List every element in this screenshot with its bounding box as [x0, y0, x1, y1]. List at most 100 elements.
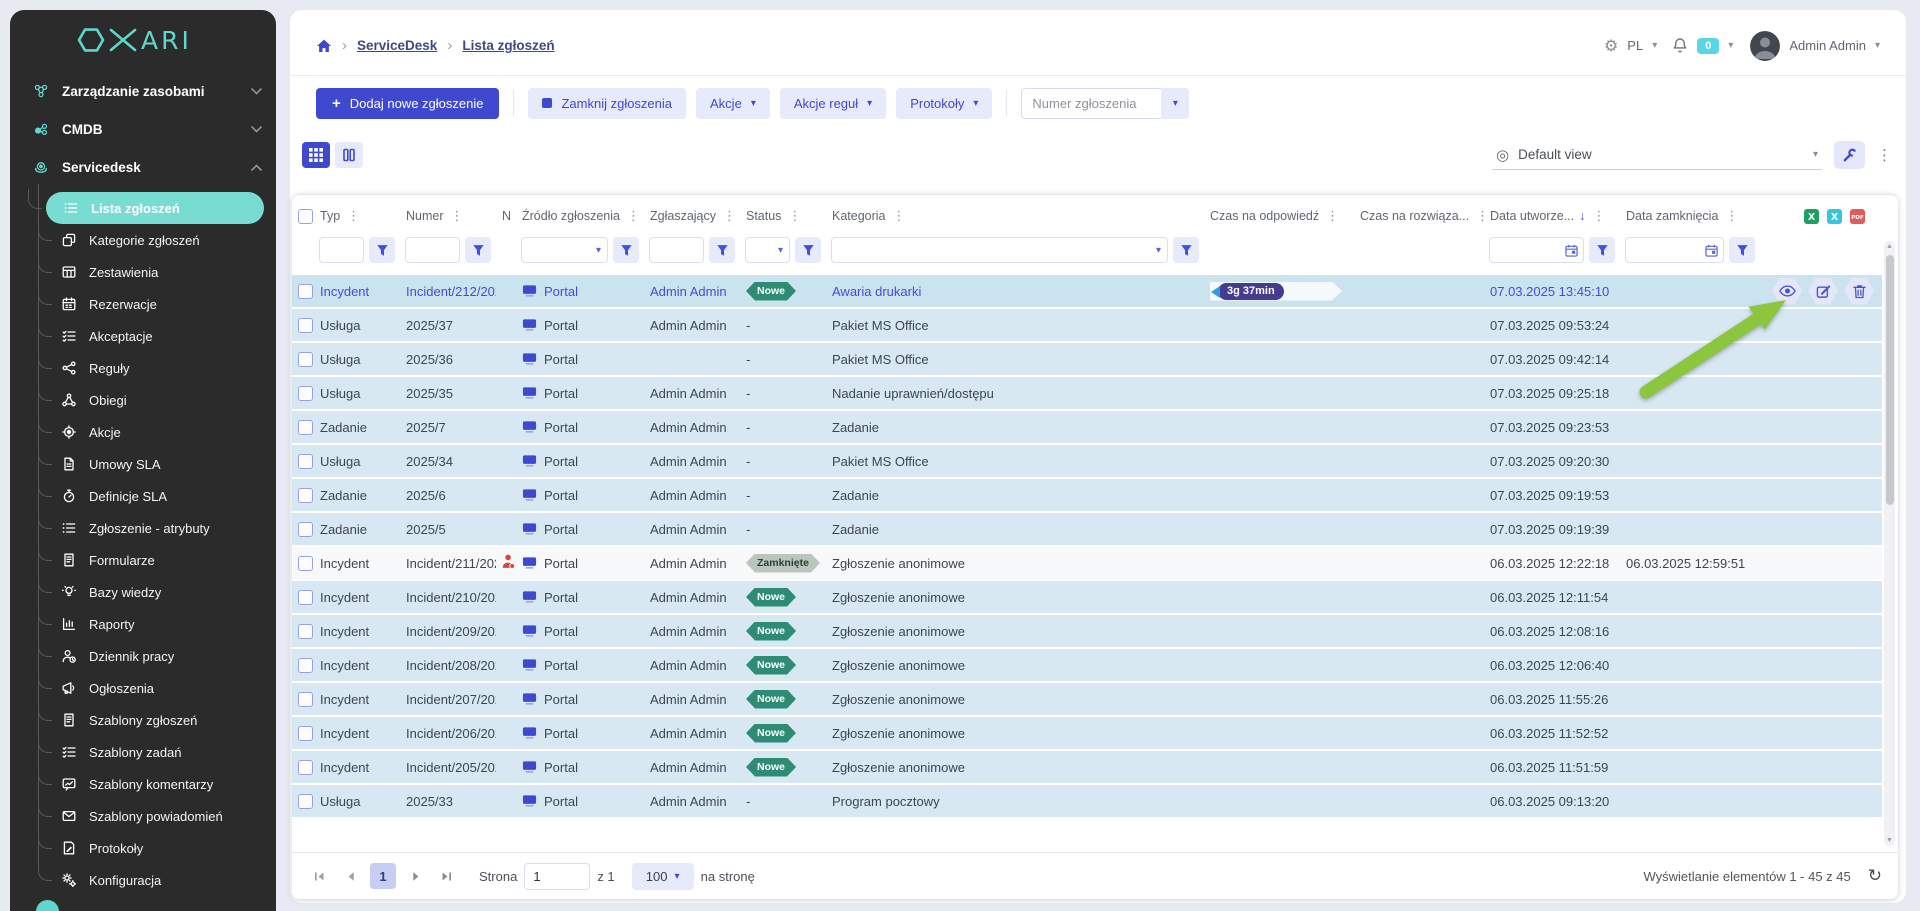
grid-view-toggle[interactable]: [302, 142, 330, 168]
view-button[interactable]: [1772, 278, 1802, 305]
ticket-number-input[interactable]: [1021, 88, 1161, 119]
table-row[interactable]: IncydentIncident/209/2025/3/6PortalAdmin…: [292, 615, 1882, 649]
row-checkbox[interactable]: [298, 590, 313, 605]
sidebar-item-servicedesk[interactable]: Servicedesk: [10, 148, 276, 186]
ticket-number[interactable]: 2025/6: [406, 488, 446, 503]
ticket-number[interactable]: Incident/207/2025/3/6: [406, 692, 496, 707]
filter-numer-input[interactable]: [405, 237, 460, 263]
filter-zrodlo-funnel-button[interactable]: [613, 237, 639, 263]
breadcrumb-lista-zgloszen[interactable]: Lista zgłoszeń: [462, 38, 554, 53]
next-page-button[interactable]: [403, 864, 427, 888]
sidebar-item-zestawienia[interactable]: Zestawienia: [56, 256, 264, 288]
col-header-data_utw[interactable]: Data utworze...↓⋮: [1484, 195, 1620, 237]
filter-status-funnel-button[interactable]: [795, 237, 821, 263]
export-csv-button[interactable]: X: [1826, 208, 1843, 225]
sidebar-item-lista-zgloszen[interactable]: Lista zgłoszeń: [46, 192, 264, 224]
table-row[interactable]: IncydentIncident/206/2025/3/6PortalAdmin…: [292, 717, 1882, 751]
col-header-n[interactable]: N⋮: [496, 195, 516, 237]
filter-kategoria-select[interactable]: ▾: [831, 237, 1168, 263]
sidebar-item-dziennik-pracy[interactable]: Dziennik pracy: [56, 640, 264, 672]
view-selector[interactable]: ◎ Default view ▾: [1492, 140, 1822, 170]
row-checkbox[interactable]: [298, 624, 313, 639]
ticket-number[interactable]: 2025/36: [406, 352, 453, 367]
ticket-number[interactable]: Incident/209/2025/3/6: [406, 624, 496, 639]
filter-zrodlo-select[interactable]: ▾: [521, 237, 608, 263]
table-row[interactable]: Zadanie2025/6PortalAdmin Admin-Zadanie07…: [292, 479, 1882, 513]
col-header-status[interactable]: Status⋮: [740, 195, 826, 237]
col-header-czas_odp[interactable]: Czas na odpowiedź⋮: [1204, 195, 1354, 237]
filter-kategoria-funnel-button[interactable]: [1173, 237, 1199, 263]
filter-data_zamk-date-input[interactable]: [1625, 237, 1724, 263]
edit-button[interactable]: [1808, 278, 1838, 305]
notification-badge[interactable]: 0: [1697, 38, 1719, 54]
row-checkbox[interactable]: [298, 420, 313, 435]
language-selector[interactable]: PL: [1627, 38, 1643, 53]
sidebar-item-zgloszenie-atrybuty[interactable]: Zgłoszenie - atrybuty: [56, 512, 264, 544]
avatar[interactable]: [1750, 31, 1780, 61]
table-row[interactable]: IncydentIncident/211/2025/3/6PortalAdmin…: [292, 547, 1882, 581]
sidebar-item-szablony-zgloszen[interactable]: Szablony zgłoszeń: [56, 704, 264, 736]
ticket-number[interactable]: 2025/37: [406, 318, 453, 333]
row-checkbox[interactable]: [298, 284, 313, 299]
export-xlsx-button[interactable]: X: [1803, 208, 1820, 225]
page-input[interactable]: [524, 863, 590, 890]
filter-typ-input[interactable]: [319, 237, 364, 263]
filter-zglaszajacy-funnel-button[interactable]: [709, 237, 735, 263]
column-view-toggle[interactable]: [335, 142, 363, 168]
ticket-number[interactable]: Incident/208/2025/3/6: [406, 658, 496, 673]
ticket-number[interactable]: Incident/206/2025/3/6: [406, 726, 496, 741]
table-row[interactable]: IncydentIncident/210/2025/3/6PortalAdmin…: [292, 581, 1882, 615]
column-menu-icon[interactable]: ⋮: [347, 208, 360, 223]
page-number-button[interactable]: 1: [370, 863, 396, 889]
table-row[interactable]: Usługa2025/33PortalAdmin Admin-Program p…: [292, 785, 1882, 819]
grid-settings-wrench-button[interactable]: [1834, 141, 1865, 169]
sidebar-item-szablony-komentarzy[interactable]: Szablony komentarzy: [56, 768, 264, 800]
col-header-zglaszajacy[interactable]: Zgłaszający⋮: [644, 195, 740, 237]
column-menu-icon[interactable]: ⋮: [788, 208, 801, 223]
ticket-number-dropdown[interactable]: ▾: [1161, 88, 1189, 119]
ticket-number[interactable]: 2025/7: [406, 420, 446, 435]
filter-data_utw-date-input[interactable]: [1489, 237, 1584, 263]
sidebar-item-szablony-powiadomien[interactable]: Szablony powiadomień: [56, 800, 264, 832]
protocols-dropdown-button[interactable]: Protokoły▾: [896, 88, 992, 119]
row-checkbox[interactable]: [298, 522, 313, 537]
row-checkbox[interactable]: [298, 556, 313, 571]
row-checkbox[interactable]: [298, 352, 313, 367]
vertical-scrollbar[interactable]: ▲ ▼: [1884, 241, 1895, 846]
table-row[interactable]: Usługa2025/37PortalAdmin Admin-Pakiet MS…: [292, 309, 1882, 343]
sidebar-item-kategorie-zgloszen[interactable]: Kategorie zgłoszeń: [56, 224, 264, 256]
ticket-number[interactable]: Incident/210/2025/3/6: [406, 590, 496, 605]
column-menu-icon[interactable]: ⋮: [1476, 208, 1484, 223]
table-row[interactable]: Zadanie2025/5PortalAdmin Admin-Zadanie07…: [292, 513, 1882, 547]
table-row[interactable]: Usługa2025/34PortalAdmin Admin-Pakiet MS…: [292, 445, 1882, 479]
ticket-number[interactable]: 2025/33: [406, 794, 453, 809]
row-checkbox[interactable]: [298, 658, 313, 673]
bell-icon[interactable]: [1672, 37, 1688, 54]
sidebar-item-umowy-sla[interactable]: Umowy SLA: [56, 448, 264, 480]
col-header-data_zamk[interactable]: Data zamknięcia⋮: [1620, 195, 1760, 237]
sidebar-item-rezerwacje[interactable]: Rezerwacje: [56, 288, 264, 320]
row-checkbox[interactable]: [298, 692, 313, 707]
sidebar-item-formularze[interactable]: Formularze: [56, 544, 264, 576]
select-all-checkbox[interactable]: [298, 209, 313, 224]
sidebar-item-konfiguracja[interactable]: Konfiguracja: [56, 864, 264, 896]
delete-button[interactable]: [1844, 278, 1874, 305]
sidebar-item-bazy-wiedzy[interactable]: Bazy wiedzy: [56, 576, 264, 608]
export-pdf-button[interactable]: PDF: [1849, 208, 1866, 225]
row-checkbox[interactable]: [298, 794, 313, 809]
page-size-selector[interactable]: 100 ▾: [632, 863, 694, 890]
row-checkbox[interactable]: [298, 726, 313, 741]
row-checkbox[interactable]: [298, 386, 313, 401]
filter-numer-funnel-button[interactable]: [465, 237, 491, 263]
add-ticket-button[interactable]: + Dodaj nowe zgłoszenie: [316, 88, 499, 119]
breadcrumb-servicedesk[interactable]: ServiceDesk: [357, 38, 437, 53]
table-row[interactable]: IncydentIncident/208/2025/3/6PortalAdmin…: [292, 649, 1882, 683]
column-menu-icon[interactable]: ⋮: [1326, 208, 1339, 223]
table-row[interactable]: Usługa2025/35PortalAdmin Admin-Nadanie u…: [292, 377, 1882, 411]
rule-actions-dropdown-button[interactable]: Akcje reguł▾: [780, 88, 886, 119]
scroll-up-icon[interactable]: ▲: [1885, 243, 1894, 250]
column-menu-icon[interactable]: ⋮: [1592, 208, 1605, 223]
col-header-kategoria[interactable]: Kategoria⋮: [826, 195, 1204, 237]
sidebar-item-obiegi[interactable]: Obiegi: [56, 384, 264, 416]
scrollbar-thumb[interactable]: [1886, 255, 1894, 505]
